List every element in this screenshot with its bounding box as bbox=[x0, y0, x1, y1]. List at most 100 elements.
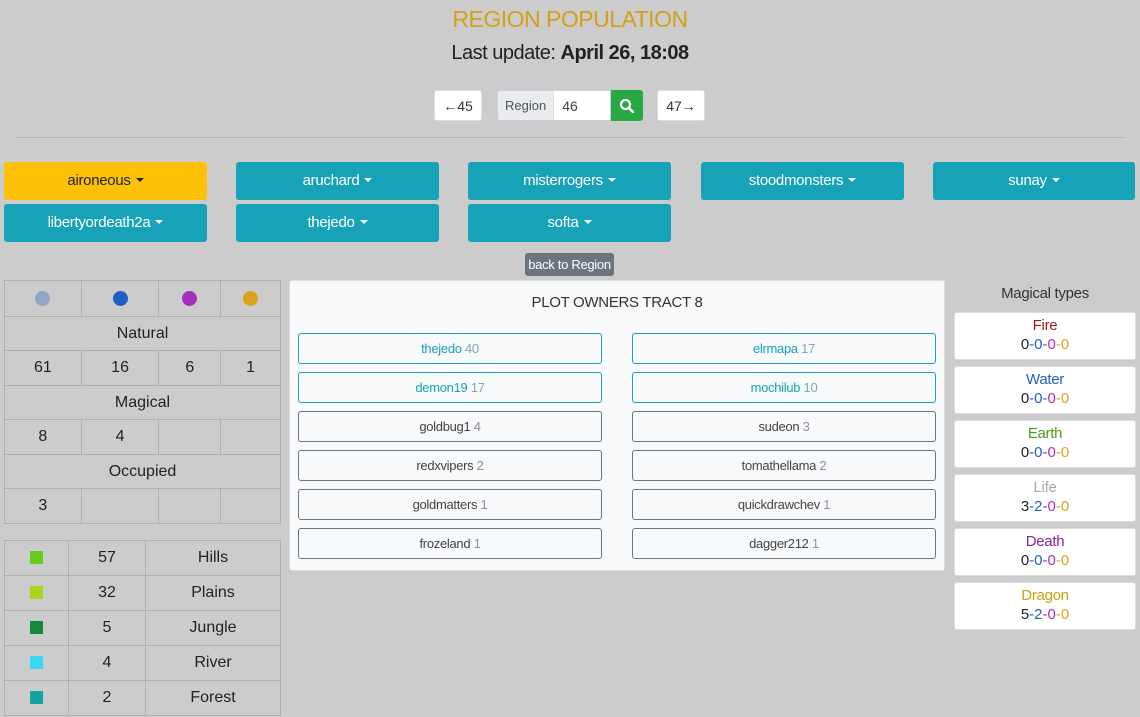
plot-owner-name: dagger212 bbox=[749, 536, 809, 551]
plot-owner-count: 2 bbox=[476, 458, 484, 473]
dot-header-row bbox=[4, 280, 281, 317]
plot-owner-redxvipers[interactable]: redxvipers 2 bbox=[298, 450, 602, 481]
magical-types-title: Magical types bbox=[1001, 285, 1089, 302]
plot-owner-name: frozeland bbox=[419, 536, 471, 551]
owner-dropdown-label: stoodmonsters bbox=[748, 172, 844, 189]
magic-type-value: 0 bbox=[1020, 444, 1030, 461]
owner-dropdown-sunay[interactable]: sunay bbox=[933, 162, 1135, 200]
magic-type-value: 0 bbox=[1034, 444, 1043, 461]
plot-owner-name: thejedo bbox=[421, 341, 462, 356]
caret-down-icon bbox=[364, 178, 373, 183]
magic-type-value: 0 bbox=[1020, 336, 1030, 353]
magic-type-value: 0 bbox=[1034, 390, 1043, 407]
terrain-name: Hills bbox=[145, 540, 281, 576]
natural-cell: 1 bbox=[220, 350, 281, 386]
plot-owner-name: sudeon bbox=[758, 419, 800, 434]
plot-owner-name: goldmatters bbox=[412, 497, 478, 512]
occupied-label: Occupied bbox=[4, 454, 281, 489]
gray-dot-icon bbox=[35, 290, 51, 306]
magical-cell: 8 bbox=[4, 419, 82, 455]
plot-owner-quickdrawchev[interactable]: quickdrawchev 1 bbox=[632, 489, 936, 520]
caret-down-icon bbox=[359, 220, 368, 225]
magic-type-value: 0 bbox=[1060, 552, 1070, 569]
owner-dropdown-thejedo[interactable]: thejedo bbox=[236, 204, 439, 242]
prev-region-button[interactable]: ←45 bbox=[434, 90, 482, 121]
magical-row: 8 4 bbox=[4, 419, 281, 455]
region-input-label: Region bbox=[497, 90, 554, 121]
next-region-button[interactable]: 47→ bbox=[657, 90, 705, 121]
last-update: Last update: April 26, 18:08 bbox=[0, 42, 1140, 65]
natural-cell: 61 bbox=[4, 350, 82, 386]
owner-dropdown-aruchard[interactable]: aruchard bbox=[236, 162, 439, 200]
plot-owner-count: 1 bbox=[473, 536, 481, 551]
plot-owner-count: 1 bbox=[811, 536, 819, 551]
caret-down-icon bbox=[607, 178, 616, 183]
back-to-region-button[interactable]: back to Region bbox=[525, 253, 614, 276]
blue-dot-icon bbox=[112, 290, 128, 306]
occupied-row: 3 bbox=[4, 488, 281, 524]
region-input[interactable] bbox=[553, 90, 612, 121]
owner-dropdown-libertyordeath2a[interactable]: libertyordeath2a bbox=[4, 204, 207, 242]
terrain-color-swatch bbox=[30, 551, 43, 565]
population-stats-table: Natural 61 16 6 1 Magical 8 4 Occupied 3 bbox=[4, 280, 281, 524]
terrain-name: River bbox=[145, 645, 281, 681]
plot-owners-panel: PLOT OWNERS TRACT 8 thejedo 40 elrmapa 17… bbox=[289, 280, 945, 571]
plot-owner-name: quickdrawchev bbox=[737, 497, 820, 512]
magic-type-name: Water bbox=[1026, 371, 1064, 388]
plot-owner-count: 10 bbox=[803, 380, 818, 395]
terrain-color-swatch bbox=[30, 621, 43, 635]
terrain-row: 4 River bbox=[4, 645, 281, 681]
plot-owner-goldmatters[interactable]: goldmatters 1 bbox=[298, 489, 602, 520]
terrain-name: Jungle bbox=[145, 610, 281, 646]
magic-type-values: 0-0-0-0 bbox=[1020, 390, 1070, 407]
last-update-label: Last update: bbox=[451, 42, 556, 64]
owner-dropdown-label: misterrogers bbox=[523, 172, 603, 189]
owner-dropdown-label: softa bbox=[547, 214, 579, 231]
plot-owner-count: 1 bbox=[823, 497, 831, 512]
magic-type-value: 0 bbox=[1060, 336, 1070, 353]
search-icon bbox=[620, 98, 635, 113]
terrain-table: 57 Hills 32 Plains 5 Jungle 4 River 2 Forest bbox=[4, 540, 281, 716]
plot-owner-name: redxvipers bbox=[416, 458, 474, 473]
terrain-row: 5 Jungle bbox=[4, 610, 281, 646]
plot-owner-name: elrmapa bbox=[752, 341, 798, 356]
plot-owner-demon19[interactable]: demon19 17 bbox=[298, 372, 602, 403]
plot-owner-tomathellama[interactable]: tomathellama 2 bbox=[632, 450, 936, 481]
terrain-color-swatch bbox=[30, 586, 43, 600]
owner-dropdown-label: aironeous bbox=[67, 172, 131, 189]
magic-type-value: 0 bbox=[1047, 336, 1056, 353]
terrain-color-swatch bbox=[30, 656, 43, 670]
plot-owner-count: 4 bbox=[473, 419, 481, 434]
plot-owner-frozeland[interactable]: frozeland 1 bbox=[298, 528, 602, 559]
magic-type-card-life: Life 3-2-0-0 bbox=[954, 474, 1136, 522]
terrain-count: 32 bbox=[68, 575, 146, 611]
plot-owner-goldbug1[interactable]: goldbug1 4 bbox=[298, 411, 602, 442]
magic-type-value: 0 bbox=[1047, 390, 1056, 407]
region-search-button[interactable] bbox=[611, 90, 644, 121]
plot-owner-count: 2 bbox=[819, 458, 827, 473]
divider bbox=[15, 137, 1125, 138]
owner-dropdown-misterrogers[interactable]: misterrogers bbox=[468, 162, 671, 200]
magic-type-values: 0-0-0-0 bbox=[1020, 552, 1070, 569]
magic-type-name: Earth bbox=[1027, 425, 1063, 442]
magic-type-value: 0 bbox=[1034, 336, 1043, 353]
plot-owner-elrmapa[interactable]: elrmapa 17 bbox=[632, 333, 936, 364]
magic-type-value: 0 bbox=[1047, 606, 1056, 623]
magic-type-values: 0-0-0-0 bbox=[1020, 444, 1070, 461]
magic-type-value: 0 bbox=[1020, 390, 1030, 407]
plot-owner-mochilub[interactable]: mochilub 10 bbox=[632, 372, 936, 403]
owner-dropdown-aironeous[interactable]: aironeous bbox=[4, 162, 207, 200]
magic-type-name: Death bbox=[1025, 533, 1065, 550]
magic-type-value: 0 bbox=[1034, 552, 1043, 569]
owner-dropdown-softa[interactable]: softa bbox=[468, 204, 671, 242]
plot-owner-sudeon[interactable]: sudeon 3 bbox=[632, 411, 936, 442]
caret-down-icon bbox=[155, 220, 164, 225]
terrain-color-swatch bbox=[30, 691, 43, 705]
magic-type-values: 0-0-0-0 bbox=[1020, 336, 1070, 353]
plot-owner-count: 17 bbox=[801, 341, 816, 356]
occupied-cell bbox=[220, 488, 281, 524]
plot-owner-dagger212[interactable]: dagger212 1 bbox=[632, 528, 936, 559]
owner-dropdown-stoodmonsters[interactable]: stoodmonsters bbox=[701, 162, 904, 200]
natural-label: Natural bbox=[4, 316, 281, 351]
plot-owner-thejedo[interactable]: thejedo 40 bbox=[298, 333, 602, 364]
